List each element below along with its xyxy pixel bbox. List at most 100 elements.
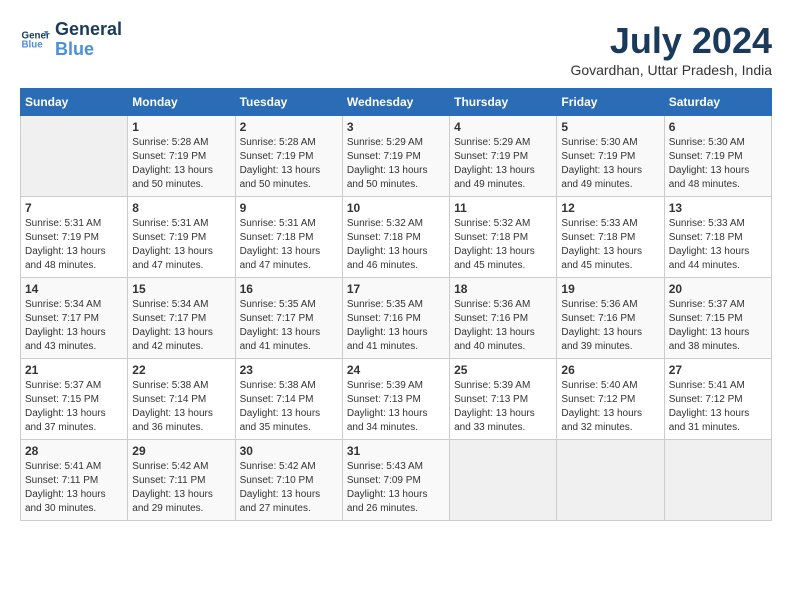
- day-number: 31: [347, 444, 445, 458]
- calendar-cell: [557, 440, 664, 521]
- week-row-1: 1 Sunrise: 5:28 AM Sunset: 7:19 PM Daylig…: [21, 116, 772, 197]
- day-header-thursday: Thursday: [450, 89, 557, 116]
- calendar-cell: 25Sunrise: 5:39 AM Sunset: 7:13 PM Dayli…: [450, 359, 557, 440]
- calendar-cell: 4 Sunrise: 5:29 AM Sunset: 7:19 PM Daylig…: [450, 116, 557, 197]
- calendar-cell: 22 Sunrise: 5:38 AM Sunset: 7:14 PM Dayli…: [128, 359, 235, 440]
- calendar-cell: 6 Sunrise: 5:30 AM Sunset: 7:19 PM Daylig…: [664, 116, 771, 197]
- day-content: Sunrise: 5:34 AM Sunset: 7:17 PM Dayligh…: [25, 298, 123, 354]
- day-number: 23: [240, 363, 338, 377]
- calendar-cell: 23Sunrise: 5:38 AM Sunset: 7:14 PM Dayli…: [235, 359, 342, 440]
- day-content: Sunrise: 5:31 AM Sunset: 7:19 PM Dayligh…: [25, 217, 123, 273]
- logo: General Blue GeneralBlue: [20, 20, 122, 60]
- day-content: Sunrise: 5:40 AM Sunset: 7:12 PM Dayligh…: [561, 379, 659, 435]
- day-header-tuesday: Tuesday: [235, 89, 342, 116]
- week-row-5: 28 Sunrise: 5:41 AM Sunset: 7:11 PM Dayli…: [21, 440, 772, 521]
- calendar-cell: 16Sunrise: 5:35 AM Sunset: 7:17 PM Dayli…: [235, 278, 342, 359]
- calendar-cell: 1 Sunrise: 5:28 AM Sunset: 7:19 PM Daylig…: [128, 116, 235, 197]
- day-content: Sunrise: 5:42 AM Sunset: 7:11 PM Dayligh…: [132, 460, 230, 516]
- calendar-cell: 11 Sunrise: 5:32 AM Sunset: 7:18 PM Dayli…: [450, 197, 557, 278]
- day-content: Sunrise: 5:43 AM Sunset: 7:09 PM Dayligh…: [347, 460, 445, 516]
- day-content: Sunrise: 5:42 AM Sunset: 7:10 PM Dayligh…: [240, 460, 338, 516]
- day-number: 6: [669, 120, 767, 134]
- day-number: 7: [25, 201, 123, 215]
- svg-text:Blue: Blue: [22, 39, 44, 50]
- calendar-cell: 27 Sunrise: 5:41 AM Sunset: 7:12 PM Dayli…: [664, 359, 771, 440]
- day-header-monday: Monday: [128, 89, 235, 116]
- calendar-cell: 19Sunrise: 5:36 AM Sunset: 7:16 PM Dayli…: [557, 278, 664, 359]
- calendar-cell: 21Sunrise: 5:37 AM Sunset: 7:15 PM Dayli…: [21, 359, 128, 440]
- day-header-wednesday: Wednesday: [342, 89, 449, 116]
- week-row-4: 21Sunrise: 5:37 AM Sunset: 7:15 PM Dayli…: [21, 359, 772, 440]
- calendar-cell: 18Sunrise: 5:36 AM Sunset: 7:16 PM Dayli…: [450, 278, 557, 359]
- day-content: Sunrise: 5:32 AM Sunset: 7:18 PM Dayligh…: [454, 217, 552, 273]
- day-number: 24: [347, 363, 445, 377]
- day-content: Sunrise: 5:30 AM Sunset: 7:19 PM Dayligh…: [669, 136, 767, 192]
- calendar-table: SundayMondayTuesdayWednesdayThursdayFrid…: [20, 88, 772, 521]
- calendar-cell: 9 Sunrise: 5:31 AM Sunset: 7:18 PM Daylig…: [235, 197, 342, 278]
- day-number: 8: [132, 201, 230, 215]
- calendar-cell: 2 Sunrise: 5:28 AM Sunset: 7:19 PM Daylig…: [235, 116, 342, 197]
- day-header-sunday: Sunday: [21, 89, 128, 116]
- calendar-cell: 12 Sunrise: 5:33 AM Sunset: 7:18 PM Dayli…: [557, 197, 664, 278]
- day-number: 15: [132, 282, 230, 296]
- day-header-friday: Friday: [557, 89, 664, 116]
- location: Govardhan, Uttar Pradesh, India: [570, 62, 772, 78]
- title-block: July 2024 Govardhan, Uttar Pradesh, Indi…: [570, 20, 772, 78]
- day-content: Sunrise: 5:30 AM Sunset: 7:19 PM Dayligh…: [561, 136, 659, 192]
- day-number: 17: [347, 282, 445, 296]
- logo-text: GeneralBlue: [55, 20, 122, 60]
- day-content: Sunrise: 5:38 AM Sunset: 7:14 PM Dayligh…: [132, 379, 230, 435]
- day-content: Sunrise: 5:29 AM Sunset: 7:19 PM Dayligh…: [347, 136, 445, 192]
- day-content: Sunrise: 5:39 AM Sunset: 7:13 PM Dayligh…: [454, 379, 552, 435]
- day-number: 12: [561, 201, 659, 215]
- week-row-3: 14 Sunrise: 5:34 AM Sunset: 7:17 PM Dayli…: [21, 278, 772, 359]
- day-content: Sunrise: 5:28 AM Sunset: 7:19 PM Dayligh…: [132, 136, 230, 192]
- day-number: 5: [561, 120, 659, 134]
- day-content: Sunrise: 5:31 AM Sunset: 7:18 PM Dayligh…: [240, 217, 338, 273]
- day-content: Sunrise: 5:37 AM Sunset: 7:15 PM Dayligh…: [25, 379, 123, 435]
- day-content: Sunrise: 5:32 AM Sunset: 7:18 PM Dayligh…: [347, 217, 445, 273]
- day-number: 14: [25, 282, 123, 296]
- calendar-cell: [450, 440, 557, 521]
- day-number: 11: [454, 201, 552, 215]
- day-content: Sunrise: 5:37 AM Sunset: 7:15 PM Dayligh…: [669, 298, 767, 354]
- day-number: 28: [25, 444, 123, 458]
- calendar-cell: 17 Sunrise: 5:35 AM Sunset: 7:16 PM Dayli…: [342, 278, 449, 359]
- day-number: 3: [347, 120, 445, 134]
- day-content: Sunrise: 5:33 AM Sunset: 7:18 PM Dayligh…: [561, 217, 659, 273]
- day-number: 29: [132, 444, 230, 458]
- day-number: 20: [669, 282, 767, 296]
- calendar-cell: 30Sunrise: 5:42 AM Sunset: 7:10 PM Dayli…: [235, 440, 342, 521]
- day-content: Sunrise: 5:39 AM Sunset: 7:13 PM Dayligh…: [347, 379, 445, 435]
- day-number: 2: [240, 120, 338, 134]
- day-number: 18: [454, 282, 552, 296]
- calendar-cell: 14 Sunrise: 5:34 AM Sunset: 7:17 PM Dayli…: [21, 278, 128, 359]
- calendar-cell: 31 Sunrise: 5:43 AM Sunset: 7:09 PM Dayli…: [342, 440, 449, 521]
- day-content: Sunrise: 5:29 AM Sunset: 7:19 PM Dayligh…: [454, 136, 552, 192]
- day-number: 1: [132, 120, 230, 134]
- day-header-saturday: Saturday: [664, 89, 771, 116]
- calendar-cell: 3 Sunrise: 5:29 AM Sunset: 7:19 PM Daylig…: [342, 116, 449, 197]
- day-number: 4: [454, 120, 552, 134]
- day-content: Sunrise: 5:33 AM Sunset: 7:18 PM Dayligh…: [669, 217, 767, 273]
- header-row: SundayMondayTuesdayWednesdayThursdayFrid…: [21, 89, 772, 116]
- calendar-cell: 20 Sunrise: 5:37 AM Sunset: 7:15 PM Dayli…: [664, 278, 771, 359]
- day-content: Sunrise: 5:41 AM Sunset: 7:12 PM Dayligh…: [669, 379, 767, 435]
- day-content: Sunrise: 5:35 AM Sunset: 7:16 PM Dayligh…: [347, 298, 445, 354]
- calendar-cell: [21, 116, 128, 197]
- day-content: Sunrise: 5:28 AM Sunset: 7:19 PM Dayligh…: [240, 136, 338, 192]
- day-content: Sunrise: 5:34 AM Sunset: 7:17 PM Dayligh…: [132, 298, 230, 354]
- calendar-cell: [664, 440, 771, 521]
- calendar-cell: 10 Sunrise: 5:32 AM Sunset: 7:18 PM Dayli…: [342, 197, 449, 278]
- day-number: 9: [240, 201, 338, 215]
- day-number: 27: [669, 363, 767, 377]
- week-row-2: 7 Sunrise: 5:31 AM Sunset: 7:19 PM Daylig…: [21, 197, 772, 278]
- calendar-cell: 15 Sunrise: 5:34 AM Sunset: 7:17 PM Dayli…: [128, 278, 235, 359]
- calendar-cell: 5 Sunrise: 5:30 AM Sunset: 7:19 PM Daylig…: [557, 116, 664, 197]
- month-year: July 2024: [570, 20, 772, 62]
- day-number: 22: [132, 363, 230, 377]
- day-number: 10: [347, 201, 445, 215]
- calendar-cell: 24 Sunrise: 5:39 AM Sunset: 7:13 PM Dayli…: [342, 359, 449, 440]
- day-content: Sunrise: 5:41 AM Sunset: 7:11 PM Dayligh…: [25, 460, 123, 516]
- day-content: Sunrise: 5:35 AM Sunset: 7:17 PM Dayligh…: [240, 298, 338, 354]
